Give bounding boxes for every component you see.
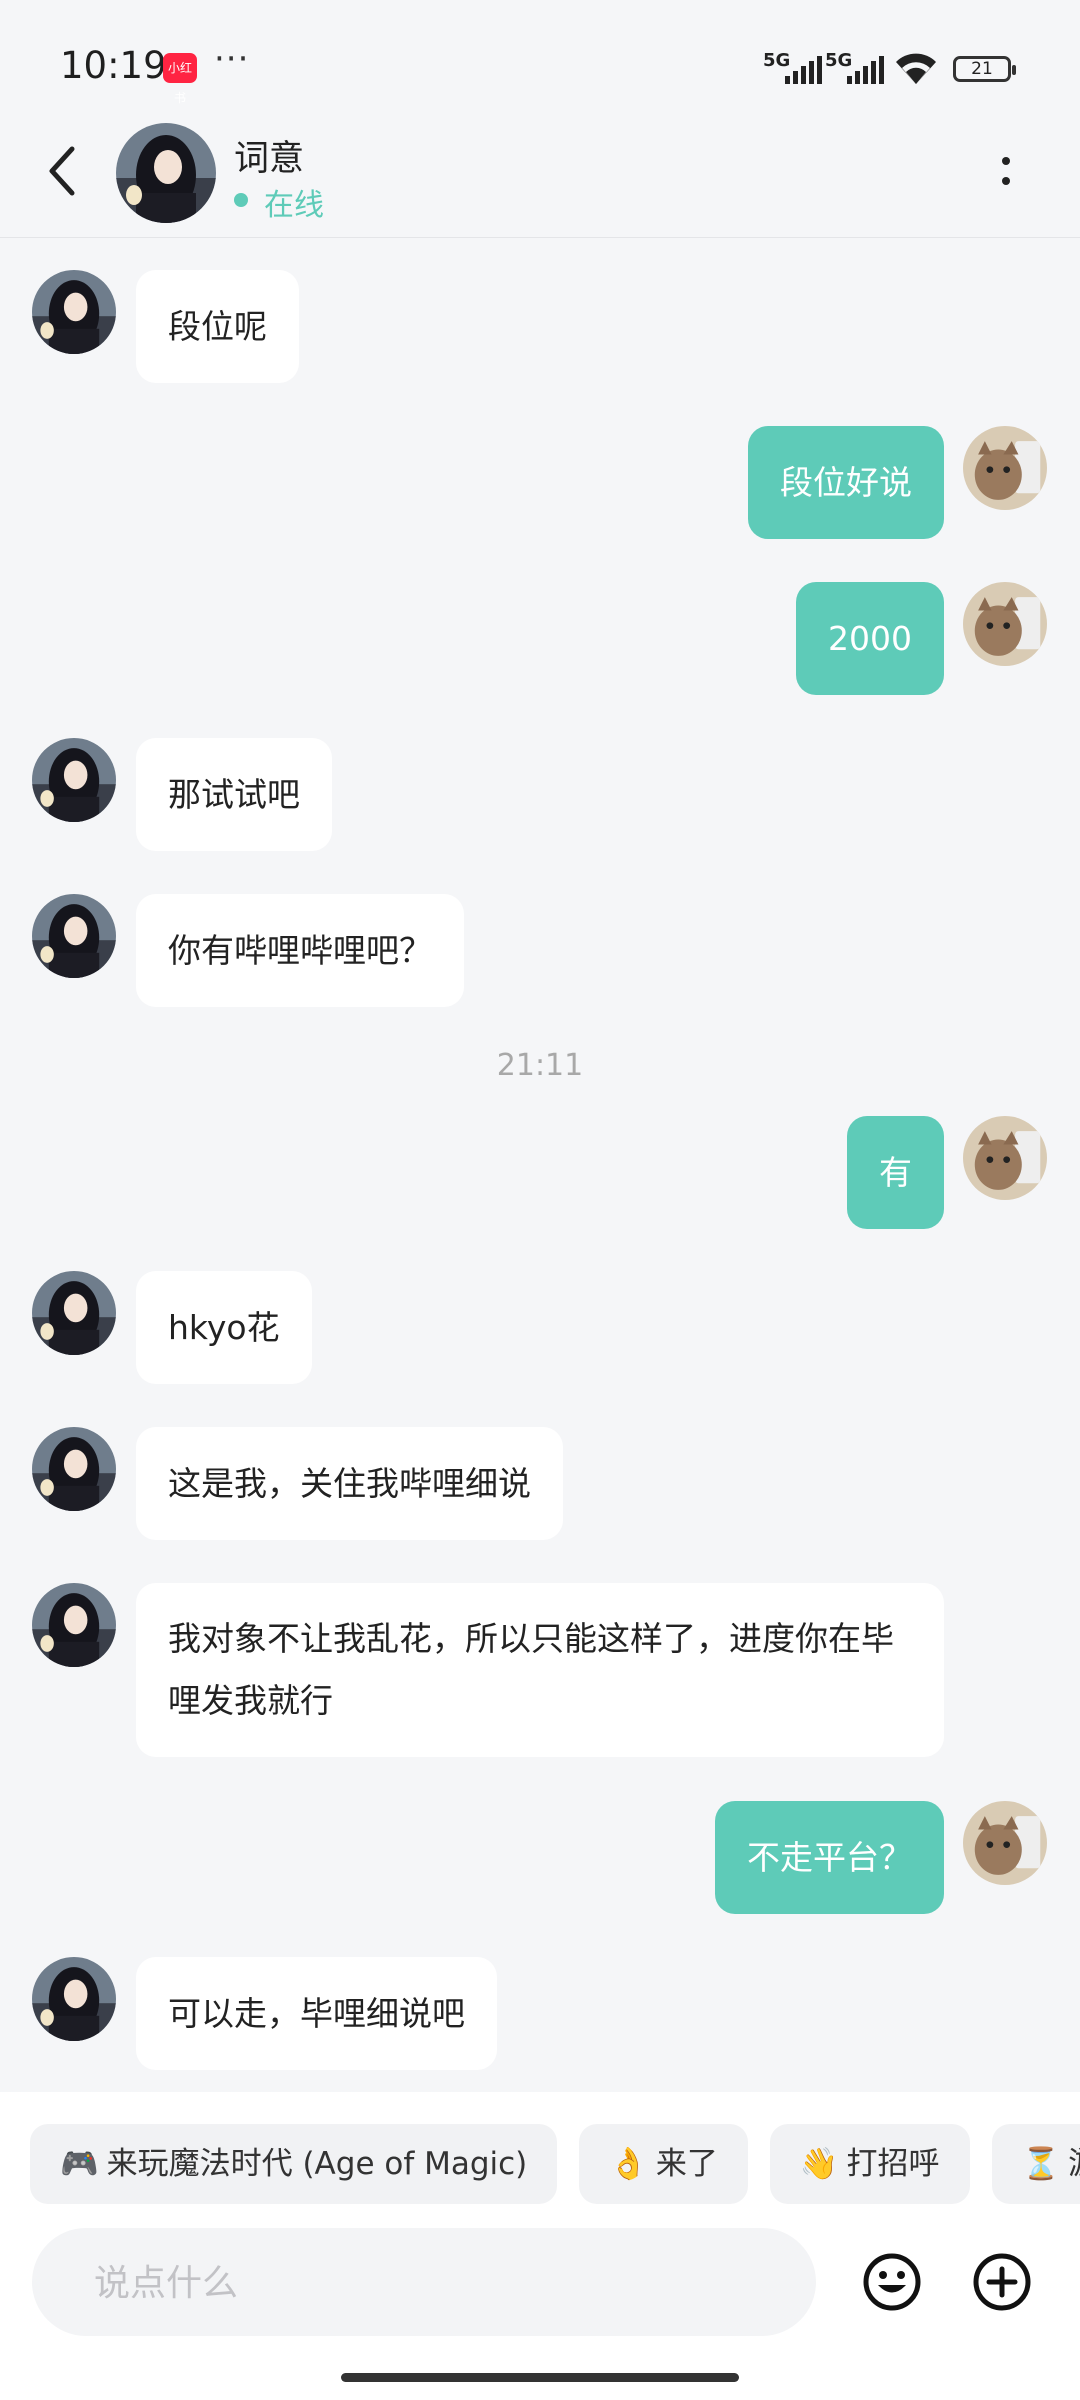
contact-name: 词意 xyxy=(234,139,305,179)
my-avatar[interactable] xyxy=(963,1801,1047,1885)
hourglass-icon: ⏳ xyxy=(1021,2146,1061,2182)
signal-icon: 5G xyxy=(763,50,829,86)
quick-reply-chip[interactable]: 🎮 来玩魔法时代 (Age of Magic) xyxy=(30,2124,558,2204)
message-bubble-outgoing[interactable]: 段位好说 xyxy=(748,426,944,539)
message-input[interactable] xyxy=(92,2228,796,2338)
quick-reply-chip[interactable]: 👌 来了 xyxy=(579,2124,748,2204)
other-avatar[interactable] xyxy=(32,738,116,822)
game-controller-icon: 🎮 xyxy=(60,2146,99,2182)
ok-hand-icon: 👌 xyxy=(609,2146,648,2182)
online-status-dot xyxy=(234,193,248,207)
battery-icon: 21 xyxy=(953,56,1016,82)
signal-icon: 5G xyxy=(825,50,891,86)
quick-reply-chip[interactable]: 👋 打招呼 xyxy=(769,2124,970,2204)
chat-header: 词意 在线 xyxy=(0,105,1080,238)
xiaohongshu-app-icon: 小红书 xyxy=(163,53,197,105)
message-input-box[interactable] xyxy=(32,2228,816,2338)
message-bubble-outgoing[interactable]: 不走平台？ xyxy=(715,1801,944,1914)
wifi-icon xyxy=(896,53,936,84)
composer-area: 🎮 来玩魔法时代 (Age of Magic) 👌 来了 👋 打招呼 ⏳ 游 xyxy=(0,2092,1080,2400)
message-bubble-incoming[interactable]: hkyo花 xyxy=(136,1271,312,1384)
quick-reply-chip[interactable]: ⏳ 游 xyxy=(991,2124,1080,2204)
more-options-icon[interactable] xyxy=(1000,157,1012,197)
message-bubble-incoming[interactable]: 可以走，毕哩细说吧 xyxy=(136,1957,497,2070)
online-status-text: 在线 xyxy=(264,188,324,223)
my-avatar[interactable] xyxy=(963,426,1047,510)
my-avatar[interactable] xyxy=(963,1116,1047,1200)
home-indicator[interactable] xyxy=(341,2373,739,2382)
message-bubble-outgoing[interactable]: 有 xyxy=(847,1116,944,1229)
message-bubble-incoming[interactable]: 这是我，关住我哔哩细说 xyxy=(136,1427,563,1540)
quick-reply-bar: 🎮 来玩魔法时代 (Age of Magic) 👌 来了 👋 打招呼 ⏳ 游 xyxy=(30,2124,1080,2204)
back-arrow-icon[interactable] xyxy=(48,145,78,197)
waving-hand-icon: 👋 xyxy=(799,2146,839,2182)
message-bubble-incoming[interactable]: 你有哔哩哔哩吧？ xyxy=(136,894,464,1007)
status-time: 10:19 xyxy=(60,44,167,87)
other-avatar[interactable] xyxy=(32,1427,116,1511)
add-attachment-icon[interactable] xyxy=(972,2252,1032,2312)
message-bubble-incoming[interactable]: 我对象不让我乱花，所以只能这样了，进度你在毕哩发我就行 xyxy=(136,1583,944,1757)
other-avatar[interactable] xyxy=(32,1271,116,1355)
other-avatar[interactable] xyxy=(32,270,116,354)
message-timestamp: 21:11 xyxy=(496,1048,584,1083)
contact-avatar[interactable] xyxy=(116,123,216,223)
more-notifications-icon: ··· xyxy=(214,39,250,79)
message-bubble-incoming[interactable]: 段位呢 xyxy=(136,270,299,383)
message-bubble-outgoing[interactable]: 2000 xyxy=(796,582,944,695)
message-bubble-incoming[interactable]: 那试试吧 xyxy=(136,738,332,851)
emoji-icon[interactable] xyxy=(862,2252,922,2312)
my-avatar[interactable] xyxy=(963,582,1047,666)
other-avatar[interactable] xyxy=(32,894,116,978)
other-avatar[interactable] xyxy=(32,1957,116,2041)
other-avatar[interactable] xyxy=(32,1583,116,1667)
